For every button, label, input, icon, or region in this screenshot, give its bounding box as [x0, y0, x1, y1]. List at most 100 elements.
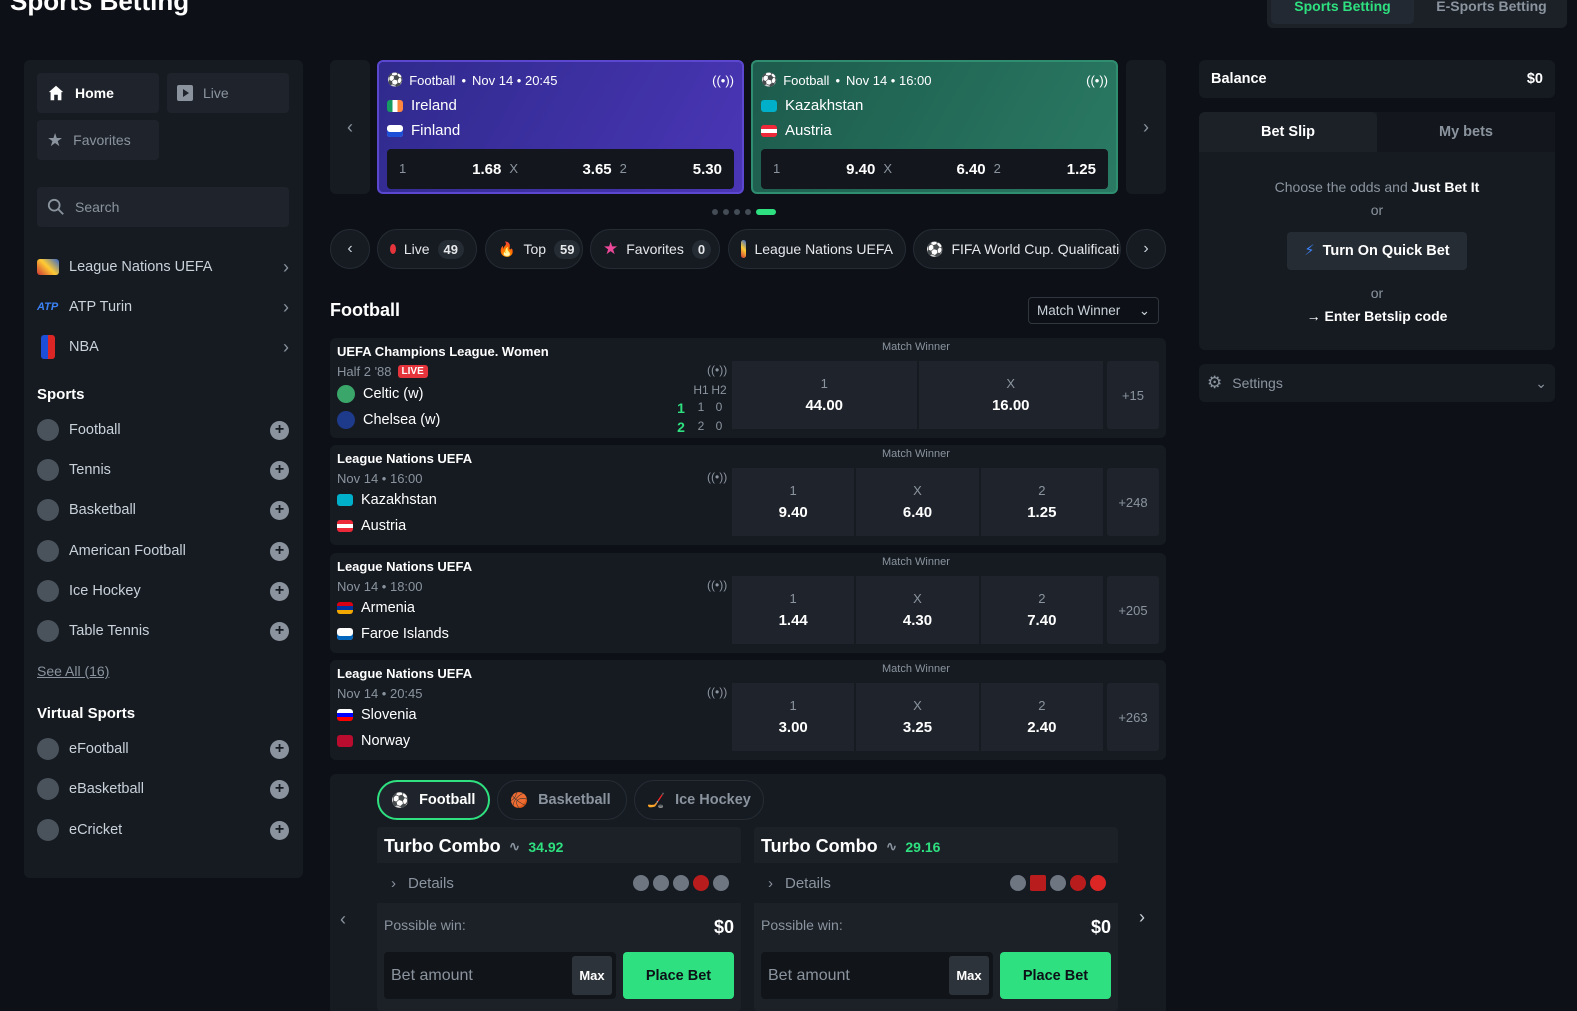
- football-icon: ⚽: [391, 792, 410, 809]
- tab-bet-slip[interactable]: Bet Slip: [1199, 112, 1377, 152]
- search-input[interactable]: Search: [37, 187, 289, 227]
- card-odds: 1 9.40 X 6.40 2 1.25: [761, 149, 1108, 189]
- settings-toggle[interactable]: ⚙ Settings ⌄: [1199, 364, 1555, 402]
- carousel-prev-button[interactable]: ‹: [330, 60, 370, 194]
- page-dot[interactable]: [745, 209, 751, 215]
- add-icon[interactable]: +: [270, 621, 289, 641]
- add-icon[interactable]: +: [270, 779, 289, 799]
- home-button[interactable]: Home: [37, 73, 159, 113]
- odd-button[interactable]: 2 1.25: [980, 468, 1103, 536]
- odd-button[interactable]: X 3.25: [856, 683, 979, 751]
- odd-button[interactable]: 2 7.40: [980, 576, 1103, 644]
- play-icon: [177, 85, 193, 101]
- team-name: Slovenia: [361, 707, 417, 723]
- page-dot[interactable]: [712, 209, 718, 215]
- see-all-sports-link[interactable]: See All (16): [37, 663, 109, 679]
- page-dot-active[interactable]: [756, 209, 776, 215]
- more-markets-button[interactable]: +263: [1107, 683, 1159, 751]
- kazakhstan-flag-icon: [761, 99, 777, 112]
- match-row[interactable]: League Nations UEFA Nov 14 • 20:45 Slove…: [330, 660, 1166, 760]
- filter-label: Live: [403, 241, 430, 257]
- sidebar-item-american-football[interactable]: American Football +: [37, 536, 289, 566]
- odd-button[interactable]: 1 44.00: [732, 361, 917, 429]
- combo-next-button[interactable]: ›: [1139, 907, 1145, 928]
- match-row[interactable]: League Nations UEFA Nov 14 • 16:00 Kazak…: [330, 445, 1166, 545]
- combo-details-toggle[interactable]: › Details: [754, 863, 1118, 903]
- place-bet-button[interactable]: Place Bet: [623, 952, 734, 999]
- odd-button[interactable]: X 6.40: [856, 468, 979, 536]
- filter-top[interactable]: 🔥 Top 59: [485, 229, 583, 269]
- odd-value: 9.40: [846, 160, 876, 178]
- carousel-next-button[interactable]: ›: [1126, 60, 1166, 194]
- tab-sports-betting[interactable]: Sports Betting: [1271, 0, 1414, 24]
- odd-button[interactable]: 1 9.40: [732, 468, 855, 536]
- odd-button[interactable]: X 4.30: [856, 576, 979, 644]
- featured-match-card[interactable]: ⚽ Football • Nov 14 • 20:45 ((•)) Irelan…: [377, 60, 744, 194]
- filter-live[interactable]: Live 49: [377, 229, 477, 269]
- odd-draw-button[interactable]: X 3.65: [505, 161, 615, 178]
- favorites-button[interactable]: ★ Favorites: [37, 120, 159, 160]
- featured-match-card[interactable]: ⚽ Football • Nov 14 • 16:00 ((•)) Kazakh…: [751, 60, 1118, 194]
- odd-home-button[interactable]: 1 1.68: [395, 161, 505, 178]
- add-icon[interactable]: +: [270, 820, 289, 840]
- sidebar-item-table-tennis[interactable]: Table Tennis +: [37, 616, 289, 646]
- odd-draw-button[interactable]: X 6.40: [879, 161, 989, 178]
- odd-button[interactable]: 2 2.40: [980, 683, 1103, 751]
- odd-button[interactable]: 1 3.00: [732, 683, 855, 751]
- sidebar-item-league-nations-uefa[interactable]: League Nations UEFA ›: [37, 252, 289, 282]
- more-markets-button[interactable]: +248: [1107, 468, 1159, 536]
- filters-next-button[interactable]: ›: [1126, 229, 1166, 269]
- filter-favorites[interactable]: ★ Favorites 0: [590, 229, 720, 269]
- odd-home-button[interactable]: 1 9.40: [769, 161, 879, 178]
- tab-esports-betting[interactable]: E-Sports Betting: [1420, 0, 1563, 24]
- sidebar-item-basketball[interactable]: Basketball +: [37, 495, 289, 525]
- odd-button[interactable]: 1 1.44: [732, 576, 855, 644]
- sidebar-item-nba[interactable]: NBA ›: [37, 332, 289, 362]
- live-button[interactable]: Live: [167, 73, 289, 113]
- combo-details-toggle[interactable]: › Details: [377, 863, 741, 903]
- combo-name: Turbo Combo: [761, 836, 878, 856]
- combo-prev-button[interactable]: ‹: [340, 909, 346, 930]
- austria-flag-icon: [761, 124, 777, 137]
- more-markets-button[interactable]: +205: [1107, 576, 1159, 644]
- filters-prev-button[interactable]: ‹: [330, 229, 370, 269]
- odd-away-button[interactable]: 2 1.25: [990, 161, 1100, 178]
- max-button[interactable]: Max: [949, 956, 989, 995]
- sidebar-item-efootball[interactable]: eFootball +: [37, 734, 289, 764]
- sidebar-item-ecricket[interactable]: eCricket +: [37, 815, 289, 845]
- page-dot[interactable]: [734, 209, 740, 215]
- add-icon[interactable]: +: [270, 420, 289, 440]
- sidebar-item-tennis[interactable]: Tennis +: [37, 455, 289, 485]
- combo-tab-ice-hockey[interactable]: 🏒 Ice Hockey: [634, 780, 764, 820]
- combo-tab-football[interactable]: ⚽ Football: [377, 780, 490, 820]
- combo-tab-basketball[interactable]: 🏀 Basketball: [497, 780, 627, 820]
- place-bet-button[interactable]: Place Bet: [1000, 952, 1111, 999]
- add-icon[interactable]: +: [270, 739, 289, 759]
- sidebar-item-label: League Nations UEFA: [69, 259, 213, 275]
- market-select[interactable]: Match Winner ⌄: [1028, 297, 1159, 324]
- card-sport: Football: [783, 72, 830, 88]
- page-dot[interactable]: [723, 209, 729, 215]
- add-icon[interactable]: +: [270, 581, 289, 601]
- match-row[interactable]: UEFA Champions League. Women Half 2 '88 L…: [330, 338, 1166, 438]
- add-icon[interactable]: +: [270, 541, 289, 561]
- sidebar-item-atp-turin[interactable]: ATP ATP Turin ›: [37, 292, 289, 322]
- add-icon[interactable]: +: [270, 500, 289, 520]
- filter-fifa-world-cup[interactable]: ⚽ FIFA World Cup. Qualificatio: [913, 229, 1121, 269]
- filter-league-nations-uefa[interactable]: League Nations UEFA: [728, 229, 906, 269]
- tab-my-bets[interactable]: My bets: [1377, 112, 1555, 152]
- sidebar-item-ice-hockey[interactable]: Ice Hockey +: [37, 576, 289, 606]
- odd-away-button[interactable]: 2 5.30: [616, 161, 726, 178]
- max-button[interactable]: Max: [572, 956, 612, 995]
- quick-bet-button[interactable]: ⚡ Turn On Quick Bet: [1287, 232, 1467, 270]
- sidebar-item-ebasketball[interactable]: eBasketball +: [37, 774, 289, 804]
- match-league: UEFA Champions League. Women: [337, 344, 549, 359]
- enter-betslip-code-link[interactable]: → Enter Betslip code: [1199, 308, 1555, 324]
- more-markets-button[interactable]: +15: [1107, 361, 1159, 429]
- chevron-down-icon: ⌄: [1138, 302, 1150, 318]
- odd-button[interactable]: X 16.00: [918, 361, 1103, 429]
- sidebar-item-football[interactable]: Football +: [37, 415, 289, 445]
- chevron-right-icon: ›: [391, 874, 396, 892]
- add-icon[interactable]: +: [270, 460, 289, 480]
- match-row[interactable]: League Nations UEFA Nov 14 • 18:00 Armen…: [330, 553, 1166, 653]
